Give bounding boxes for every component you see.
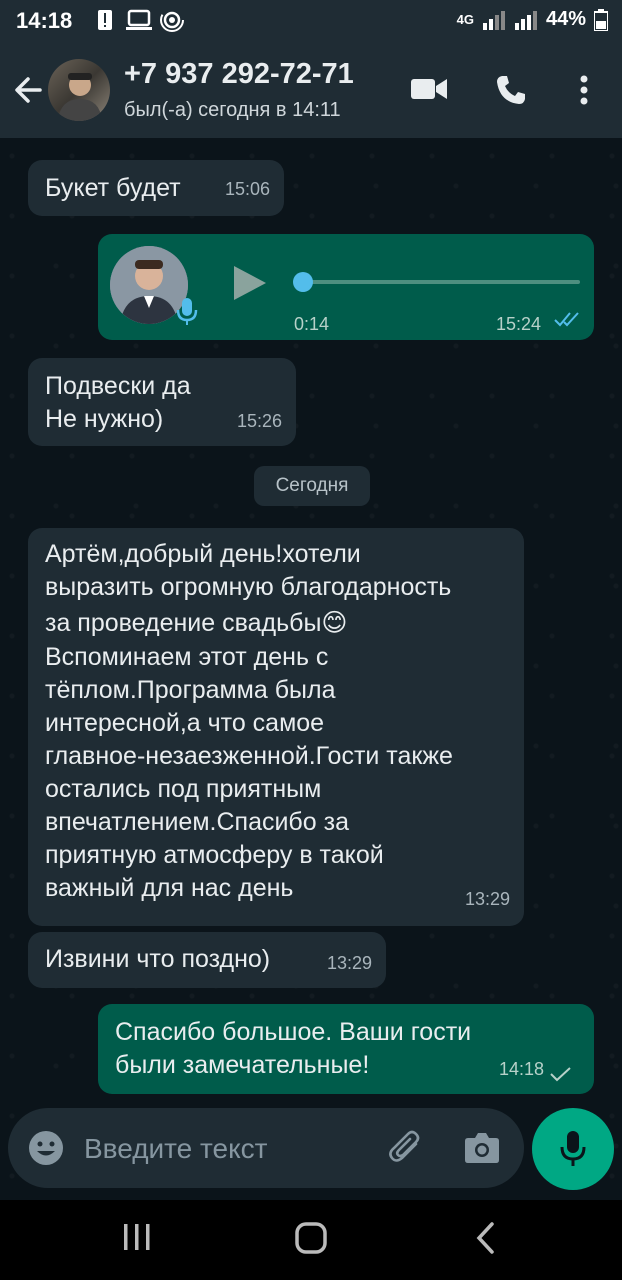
message-line: Артём,добрый день!хотели <box>45 540 361 568</box>
message-line: выразить огромную благодарность <box>45 573 452 601</box>
voice-record-button[interactable] <box>532 1108 614 1190</box>
message-time: 14:18 <box>498 1059 544 1079</box>
phone-icon[interactable] <box>495 74 527 106</box>
message-bubble-incoming[interactable]: Букет будет 15:06 <box>28 160 284 216</box>
arrow-left-icon[interactable] <box>12 74 44 106</box>
status-time: 14:18 <box>16 8 73 33</box>
status-bar: 14:18 4G 44% <box>0 0 622 44</box>
check-icon <box>550 1067 571 1082</box>
more-vert-icon[interactable] <box>578 74 590 106</box>
message-line: Не нужно) <box>45 405 164 433</box>
message-line: за проведение свадьбы😊 <box>45 609 348 637</box>
contact-avatar[interactable] <box>48 59 110 121</box>
network-type: 4G <box>456 11 474 27</box>
alert-icon <box>98 10 112 30</box>
chat-header: +7 937 292-72-71 был(-а) сегодня в 14:11 <box>0 44 622 138</box>
voice-progress-track[interactable] <box>302 280 580 284</box>
message-line: впечатлением.Спасибо за <box>45 808 349 836</box>
message-line: Вспоминаем этот день с <box>45 643 329 671</box>
battery-percent: 44% <box>545 8 586 30</box>
mic-icon <box>176 298 198 325</box>
message-line: главное-незаезженной.Гости также <box>45 742 453 770</box>
mic-icon <box>560 1131 586 1166</box>
message-line: тёплом.Программа была <box>45 676 336 704</box>
play-icon[interactable] <box>232 264 268 302</box>
message-time: 13:29 <box>464 889 510 909</box>
voice-message-bubble[interactable]: 0:14 15:24 <box>98 234 594 340</box>
message-time: 15:06 <box>224 179 270 199</box>
message-bubble-incoming[interactable]: Артём,добрый день!хотели выразить огромн… <box>28 528 524 926</box>
voice-duration: 0:14 <box>294 314 330 334</box>
last-seen-status: был(-а) сегодня в 14:11 <box>124 99 341 121</box>
home-icon[interactable] <box>294 1220 328 1256</box>
message-text: Извини что поздно) <box>45 945 271 973</box>
signal-icon-2 <box>514 10 537 30</box>
message-line: Подвески да <box>45 372 191 400</box>
laptop-icon <box>126 9 152 30</box>
message-composer <box>8 1108 524 1188</box>
camera-icon[interactable] <box>464 1130 500 1164</box>
message-text: Подвески да Не нужно) <box>45 370 191 436</box>
emoji-icon[interactable] <box>28 1130 64 1166</box>
message-bubble-outgoing[interactable]: Спасибо большое. Ваши гости были замечат… <box>98 1004 594 1094</box>
hotspot-icon <box>160 8 184 32</box>
date-separator: Сегодня <box>254 466 370 506</box>
video-call-icon[interactable] <box>410 74 448 104</box>
back-nav-icon[interactable] <box>474 1220 496 1256</box>
message-text: Спасибо большое. Ваши гости были замечат… <box>115 1016 471 1082</box>
signal-icon <box>482 10 505 30</box>
voice-progress-handle[interactable] <box>293 272 313 292</box>
message-text: Артём,добрый день!хотели выразить огромн… <box>45 538 453 905</box>
message-input[interactable] <box>82 1124 376 1174</box>
message-line: Спасибо большое. Ваши гости <box>115 1018 472 1046</box>
message-line: были замечательные! <box>115 1051 370 1079</box>
message-time: 15:26 <box>236 411 282 431</box>
message-line: важный для нас день <box>45 874 294 902</box>
attach-icon[interactable] <box>388 1130 424 1166</box>
message-time: 15:24 <box>496 314 542 334</box>
message-time: 13:29 <box>326 953 372 973</box>
system-nav-bar <box>0 1200 622 1280</box>
message-line: приятную атмосферу в такой <box>45 841 384 869</box>
message-line: остались под приятным <box>45 775 322 803</box>
message-bubble-incoming[interactable]: Извини что поздно) 13:29 <box>28 932 386 988</box>
double-check-icon <box>554 312 579 327</box>
message-bubble-incoming[interactable]: Подвески да Не нужно) 15:26 <box>28 358 296 446</box>
recent-apps-icon[interactable] <box>122 1220 152 1256</box>
message-line: интересной,а что самое <box>45 709 325 737</box>
message-text: Букет будет <box>45 174 181 202</box>
contact-name[interactable]: +7 937 292-72-71 <box>124 58 354 91</box>
battery-icon <box>594 8 608 31</box>
chat-area[interactable]: Букет будет 15:06 0:14 15:24 Подвески да… <box>0 138 622 1200</box>
